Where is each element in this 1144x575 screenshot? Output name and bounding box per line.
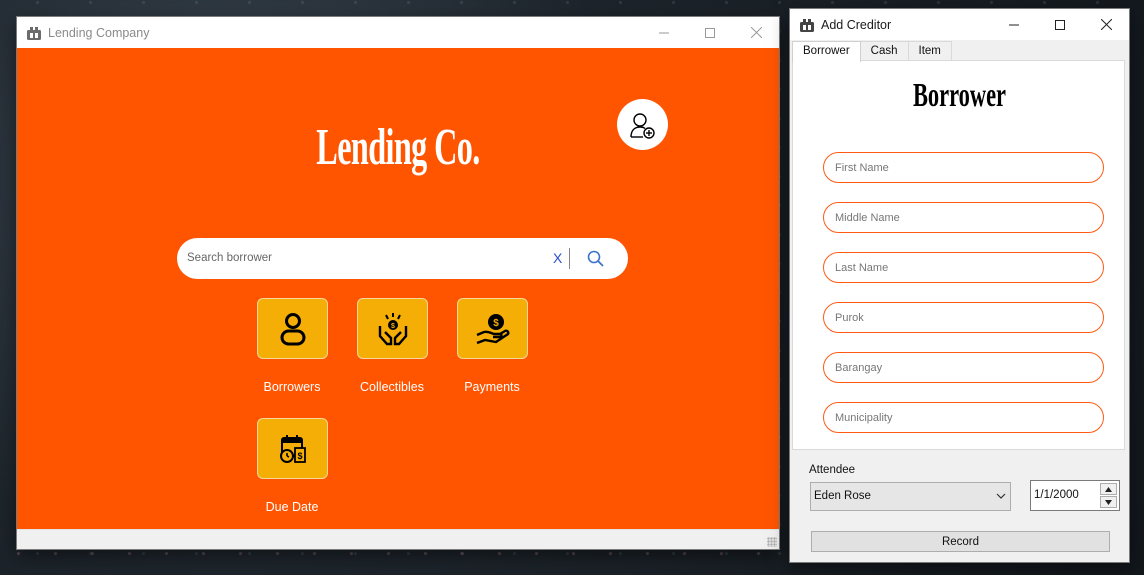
maximize-button[interactable]	[1037, 9, 1083, 40]
first-name-field[interactable]	[835, 160, 1090, 176]
search-icon[interactable]	[587, 250, 604, 267]
attendee-value: Eden Rose	[814, 490, 871, 502]
tab-strip: Borrower Cash Item	[792, 41, 952, 62]
date-value: 1/1/2000	[1034, 489, 1079, 501]
minimize-button[interactable]	[641, 17, 687, 48]
svg-text:$: $	[391, 323, 395, 330]
barangay-field[interactable]	[835, 360, 1090, 376]
user-icon	[280, 312, 305, 345]
close-button[interactable]	[1083, 9, 1129, 40]
resize-grip[interactable]	[767, 537, 777, 547]
minimize-button[interactable]	[991, 9, 1037, 40]
record-button[interactable]: Record	[811, 531, 1110, 552]
dialog-title: Add Creditor	[821, 17, 892, 32]
spin-up-icon	[1105, 486, 1112, 492]
tab-borrower[interactable]: Borrower	[792, 41, 861, 62]
middle-name-field[interactable]	[835, 210, 1090, 226]
dialog-titlebar[interactable]: Add Creditor	[790, 9, 1129, 40]
payments-tile[interactable]: $	[457, 298, 528, 359]
main-titlebar[interactable]: Lending Company	[17, 17, 779, 48]
status-bar	[17, 529, 779, 549]
first-name-field-frame	[823, 152, 1104, 183]
municipality-field[interactable]	[835, 410, 1090, 426]
add-creditor-window: Add Creditor Borrower Cash Item Borrower	[790, 9, 1129, 562]
brand-title: Lending Co.	[316, 119, 480, 176]
search-bar: X	[177, 238, 628, 279]
payments-label: Payments	[464, 380, 520, 394]
tab-cash[interactable]: Cash	[859, 41, 909, 61]
spin-down-icon	[1105, 499, 1112, 505]
attendee-label: Attendee	[809, 464, 856, 476]
borrower-tab-page: Borrower	[792, 60, 1125, 450]
maximize-button[interactable]	[687, 17, 733, 48]
maximize-icon	[1055, 19, 1065, 30]
clear-search-button[interactable]: X	[553, 250, 562, 266]
minimize-icon	[1009, 24, 1019, 25]
money-collect-icon: $	[378, 312, 407, 345]
window-title: Lending Company	[48, 25, 150, 40]
add-user-icon	[629, 112, 655, 139]
close-button[interactable]	[733, 17, 779, 48]
main-content: Lending Co. X	[17, 48, 779, 529]
date-picker[interactable]: 1/1/2000	[1030, 480, 1120, 511]
svg-text:$: $	[493, 318, 499, 329]
minimize-icon	[659, 32, 669, 33]
search-divider	[569, 248, 570, 269]
borrowers-tile[interactable]	[257, 298, 328, 359]
purok-field-frame	[823, 302, 1104, 333]
search-input[interactable]	[187, 248, 537, 268]
due-date-tile[interactable]: $	[257, 418, 328, 479]
middle-name-field-frame	[823, 202, 1104, 233]
app-icon	[27, 26, 41, 40]
collectibles-tile[interactable]: $	[357, 298, 428, 359]
maximize-icon	[705, 27, 715, 38]
last-name-field-frame	[823, 252, 1104, 283]
attendee-dropdown[interactable]: Eden Rose	[810, 482, 1011, 511]
app-icon	[800, 18, 814, 32]
main-window: Lending Company Lending Co. Search borro…	[17, 17, 779, 549]
purok-field[interactable]	[835, 310, 1090, 326]
close-icon	[1100, 19, 1112, 30]
last-name-field[interactable]	[835, 260, 1090, 276]
chevron-down-icon	[996, 493, 1006, 499]
calendar-bill-icon: $	[279, 434, 306, 463]
municipality-field-frame	[823, 402, 1104, 433]
page-title: Borrower	[912, 77, 1007, 114]
close-icon	[750, 27, 762, 38]
tab-item[interactable]: Item	[907, 41, 952, 61]
add-creditor-button[interactable]	[617, 99, 668, 150]
barangay-field-frame	[823, 352, 1104, 383]
due-date-label: Due Date	[265, 500, 319, 514]
svg-text:$: $	[297, 451, 302, 461]
hand-coin-icon: $	[476, 313, 509, 344]
date-up-button[interactable]	[1100, 483, 1117, 495]
date-down-button[interactable]	[1100, 496, 1117, 508]
